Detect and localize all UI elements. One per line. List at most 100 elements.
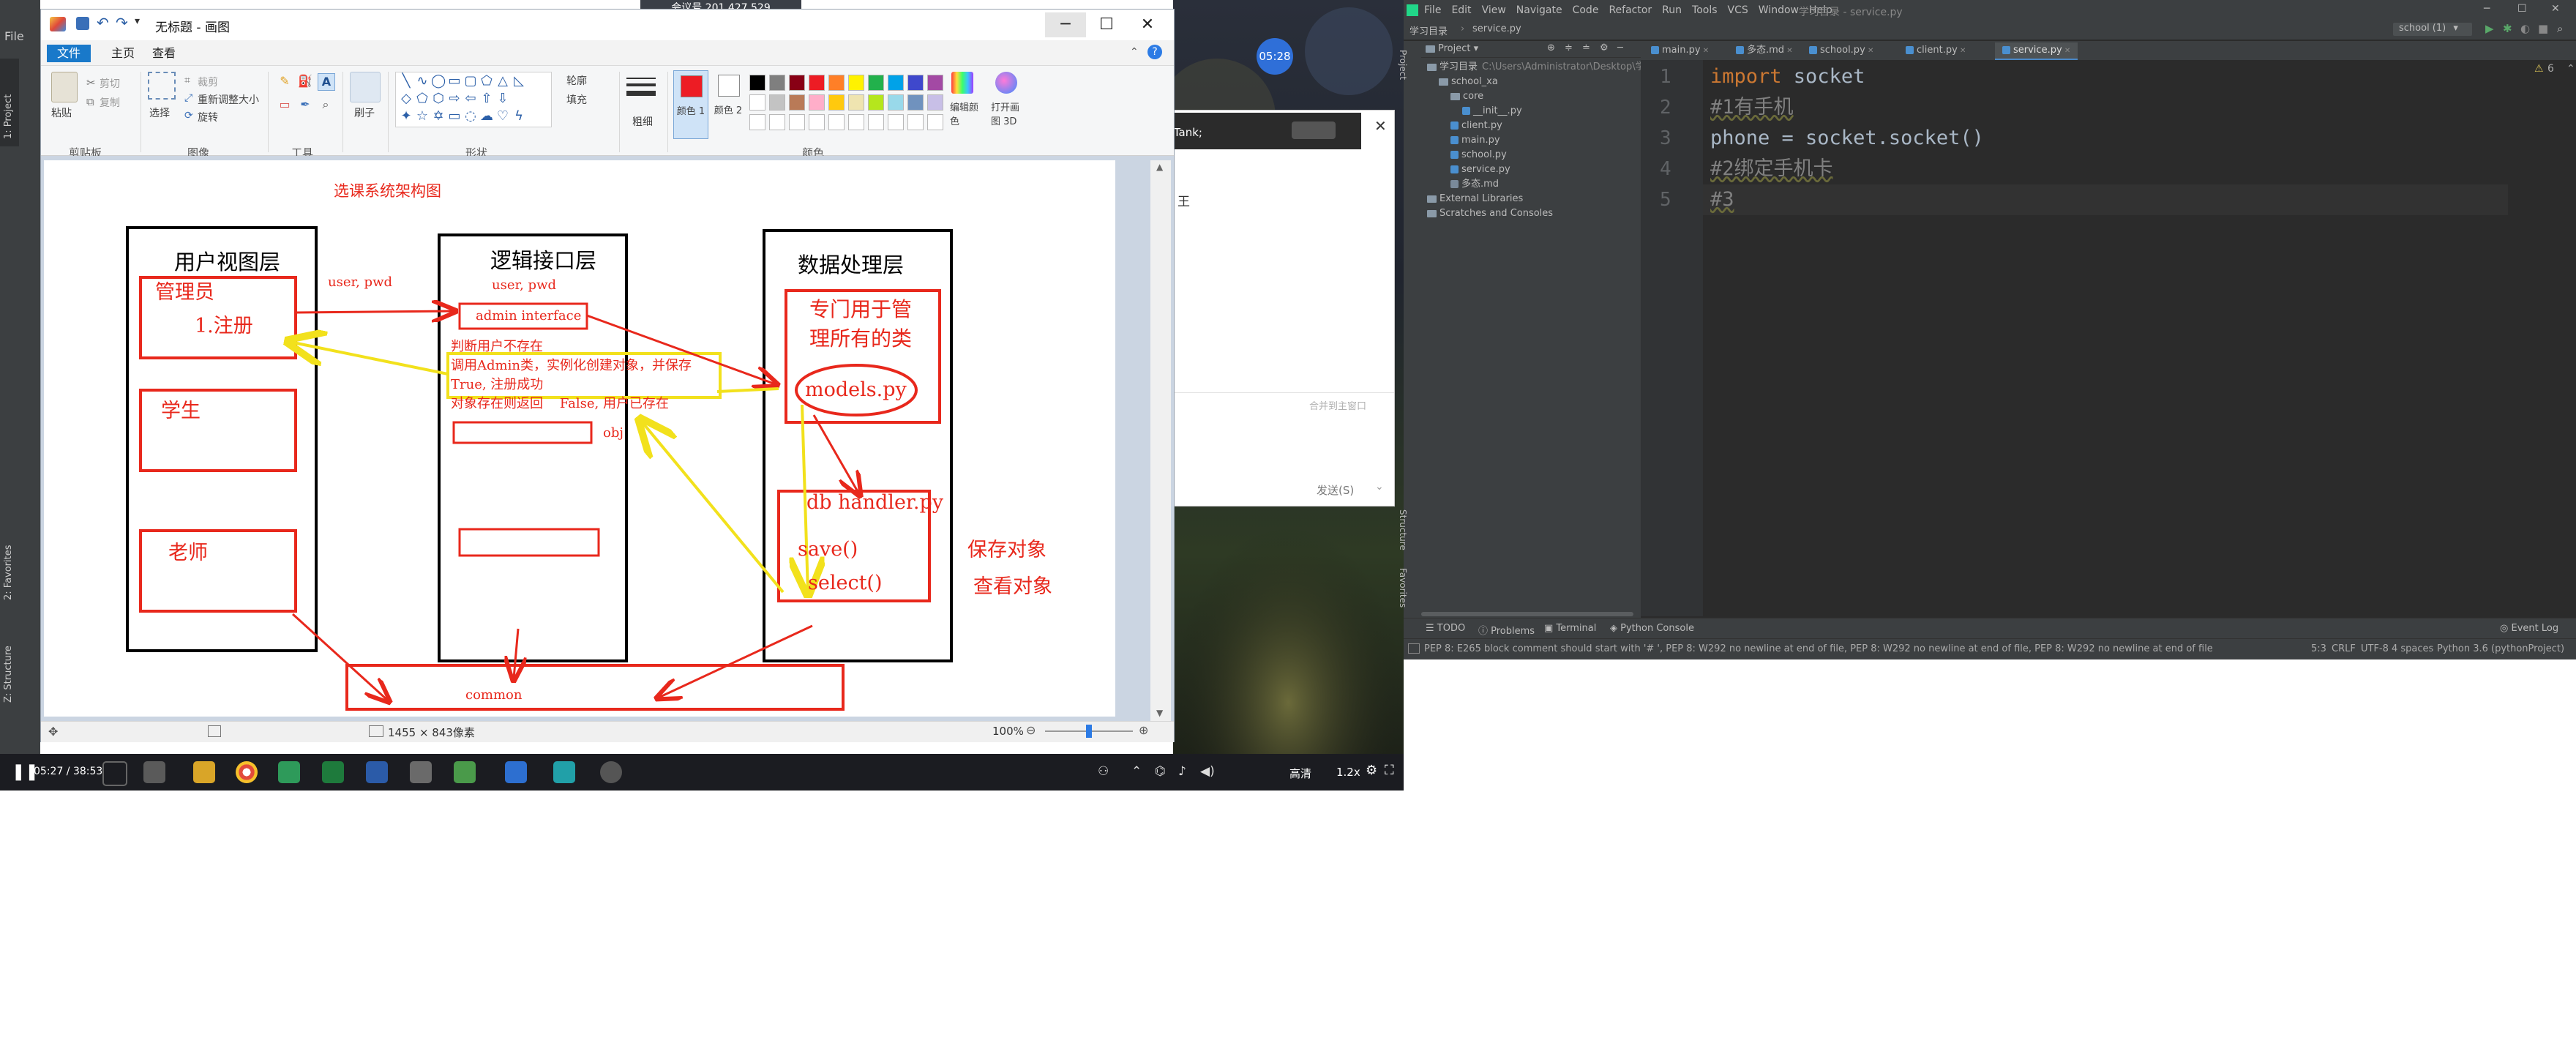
save-icon[interactable] [76, 17, 89, 30]
tree-item[interactable]: External Libraries [1424, 192, 1641, 206]
resize-icon[interactable]: ⤢ [184, 92, 192, 104]
custom-color-slot[interactable] [789, 114, 805, 130]
pycharm-icon[interactable] [553, 761, 575, 783]
network-icon[interactable]: ⌬ [1155, 764, 1166, 779]
coverage-icon[interactable]: ◐ [2520, 22, 2530, 35]
palette-swatch[interactable] [868, 75, 884, 91]
four-point-star-shape-icon[interactable]: ✦ [399, 109, 413, 124]
palette-swatch[interactable] [749, 94, 765, 111]
file-encoding[interactable]: UTF-8 [2361, 643, 2389, 654]
brush-icon[interactable] [350, 72, 381, 102]
palette-swatch[interactable] [888, 94, 904, 111]
text-tool-icon[interactable]: A [318, 73, 335, 91]
structure-strip-label[interactable]: Structure [1398, 509, 1408, 550]
tree-item[interactable]: main.py [1424, 133, 1641, 148]
menu-file[interactable]: File [1424, 4, 1441, 16]
size-icon[interactable] [626, 73, 656, 102]
eraser-icon[interactable]: ▭ [277, 97, 293, 113]
zoom-out-icon[interactable]: ⊖ [1026, 723, 1036, 737]
paint-3d-icon[interactable] [995, 72, 1017, 94]
oval-callout-shape-icon[interactable]: ◌ [463, 109, 478, 124]
app-icon[interactable] [410, 761, 432, 783]
speed-button[interactable]: 1.2x [1336, 766, 1360, 779]
hexagon-shape-icon[interactable]: ⬡ [431, 91, 446, 106]
problems-tab[interactable]: ⓘ Problems [1478, 623, 1535, 637]
palette-swatch[interactable] [848, 94, 864, 111]
zoom-in-icon[interactable]: ⊕ [1139, 723, 1148, 737]
quality-button[interactable]: 高清 [1289, 766, 1311, 781]
edit-colors-button[interactable]: 编辑颜色 [950, 100, 979, 127]
cut-icon[interactable]: ✂ [86, 76, 96, 89]
task-view-icon[interactable] [102, 761, 127, 786]
custom-color-slot[interactable] [868, 114, 884, 130]
excel-icon[interactable] [322, 761, 344, 783]
ide-close-button[interactable]: ✕ [2551, 3, 2560, 15]
vertical-scrollbar[interactable]: ▲ ▼ [1150, 160, 1171, 721]
close-tab-icon[interactable]: ✕ [1865, 47, 1873, 55]
volume-icon[interactable]: ◀) [1200, 764, 1215, 779]
palette-swatch[interactable] [769, 75, 785, 91]
send-options-chevron-icon[interactable]: ⌄ [1375, 481, 1384, 493]
polygon-shape-icon[interactable]: ⬠ [479, 74, 494, 89]
color2-selector[interactable]: 颜色 2 [711, 70, 745, 138]
open-paint-3d-button[interactable]: 打开画图 3D [991, 100, 1026, 127]
tab-view[interactable]: 查看 [142, 45, 186, 62]
tree-item[interactable]: school.py [1424, 148, 1641, 162]
code-editor[interactable]: ⚠ 6 ⌃ import socket #1有手机 phone = socket.s… [1703, 60, 2576, 616]
editor-tab[interactable]: client.py ✕ [1898, 42, 1973, 59]
structure-side-label[interactable]: Z: Structure [3, 646, 14, 703]
media-player-icon[interactable] [278, 761, 300, 783]
palette-swatch[interactable] [809, 94, 825, 111]
oval-shape-icon[interactable]: ◯ [431, 74, 446, 89]
close-tab-icon[interactable]: ✕ [2062, 47, 2070, 55]
tree-item[interactable]: core [1424, 89, 1641, 104]
color1-selector[interactable]: 颜色 1 [673, 70, 708, 139]
right-arrow-shape-icon[interactable]: ⇨ [447, 91, 462, 106]
close-tab-icon[interactable]: ✕ [1784, 47, 1792, 55]
paste-icon[interactable] [51, 72, 78, 102]
editor-tab[interactable]: school.py ✕ [1802, 42, 1881, 59]
custom-color-slot[interactable] [769, 114, 785, 130]
stop-icon[interactable]: ■ [2538, 22, 2548, 35]
terminal-tab[interactable]: ▣ Terminal [1544, 623, 1596, 634]
inspection-chevron-icon[interactable]: ⌃ [2566, 63, 2575, 75]
project-strip-label[interactable]: Project [1398, 50, 1408, 80]
palette-swatch[interactable] [907, 75, 924, 91]
file-explorer-icon[interactable] [193, 761, 215, 783]
word-icon[interactable] [366, 761, 388, 783]
resize-button[interactable]: 重新调整大小 [198, 92, 259, 107]
custom-color-slot[interactable] [828, 114, 845, 130]
redo-icon[interactable]: ↷ [116, 14, 128, 31]
favorites-strip-label[interactable]: Favorites [1398, 568, 1408, 608]
fill-icon[interactable]: ⛽ [297, 73, 313, 89]
paint-taskbar-icon[interactable] [600, 761, 622, 783]
editor-tab[interactable]: main.py ✕ [1644, 42, 1716, 59]
palette-swatch[interactable] [927, 75, 943, 91]
close-speaker-icon[interactable]: ✕ [1374, 117, 1387, 135]
rotate-icon[interactable]: ⟳ [184, 110, 193, 122]
hide-panel-icon[interactable]: ─ [1617, 42, 1623, 53]
close-button[interactable]: ✕ [1127, 12, 1168, 37]
tree-item[interactable]: 学习目录 C:\Users\Administrator\Desktop\学 [1424, 60, 1645, 75]
toggle-tool-windows-icon[interactable] [1408, 643, 1420, 654]
favorites-side-label[interactable]: 2: Favorites [3, 545, 14, 600]
menu-window[interactable]: Window [1759, 4, 1799, 16]
color-picker-icon[interactable]: ✒ [297, 97, 313, 113]
tree-item[interactable]: Scratches and Consoles [1424, 206, 1641, 221]
custom-color-slot[interactable] [927, 114, 943, 130]
menu-code[interactable]: Code [1573, 4, 1599, 16]
right-triangle-shape-icon[interactable]: ◺ [512, 74, 526, 89]
app-icon[interactable] [454, 761, 476, 783]
app-icon[interactable] [143, 761, 165, 783]
palette-swatch[interactable] [828, 75, 845, 91]
diamond-shape-icon[interactable]: ◇ [399, 91, 413, 106]
caret-position[interactable]: 5:3 [2311, 643, 2326, 654]
todo-tab[interactable]: ☰ TODO [1426, 623, 1465, 634]
merge-window-link[interactable]: 合并到主窗口 [1309, 398, 1366, 412]
close-tab-icon[interactable]: ✕ [1958, 47, 1966, 55]
undo-icon[interactable]: ↶ [97, 14, 109, 31]
project-view-selector[interactable]: Project ▾ [1426, 43, 1478, 54]
editor-tab[interactable]: 多态.md ✕ [1729, 42, 1800, 59]
gear-icon[interactable]: ⚙ [1600, 42, 1609, 53]
magnifier-icon[interactable]: ⌕ [318, 97, 334, 113]
